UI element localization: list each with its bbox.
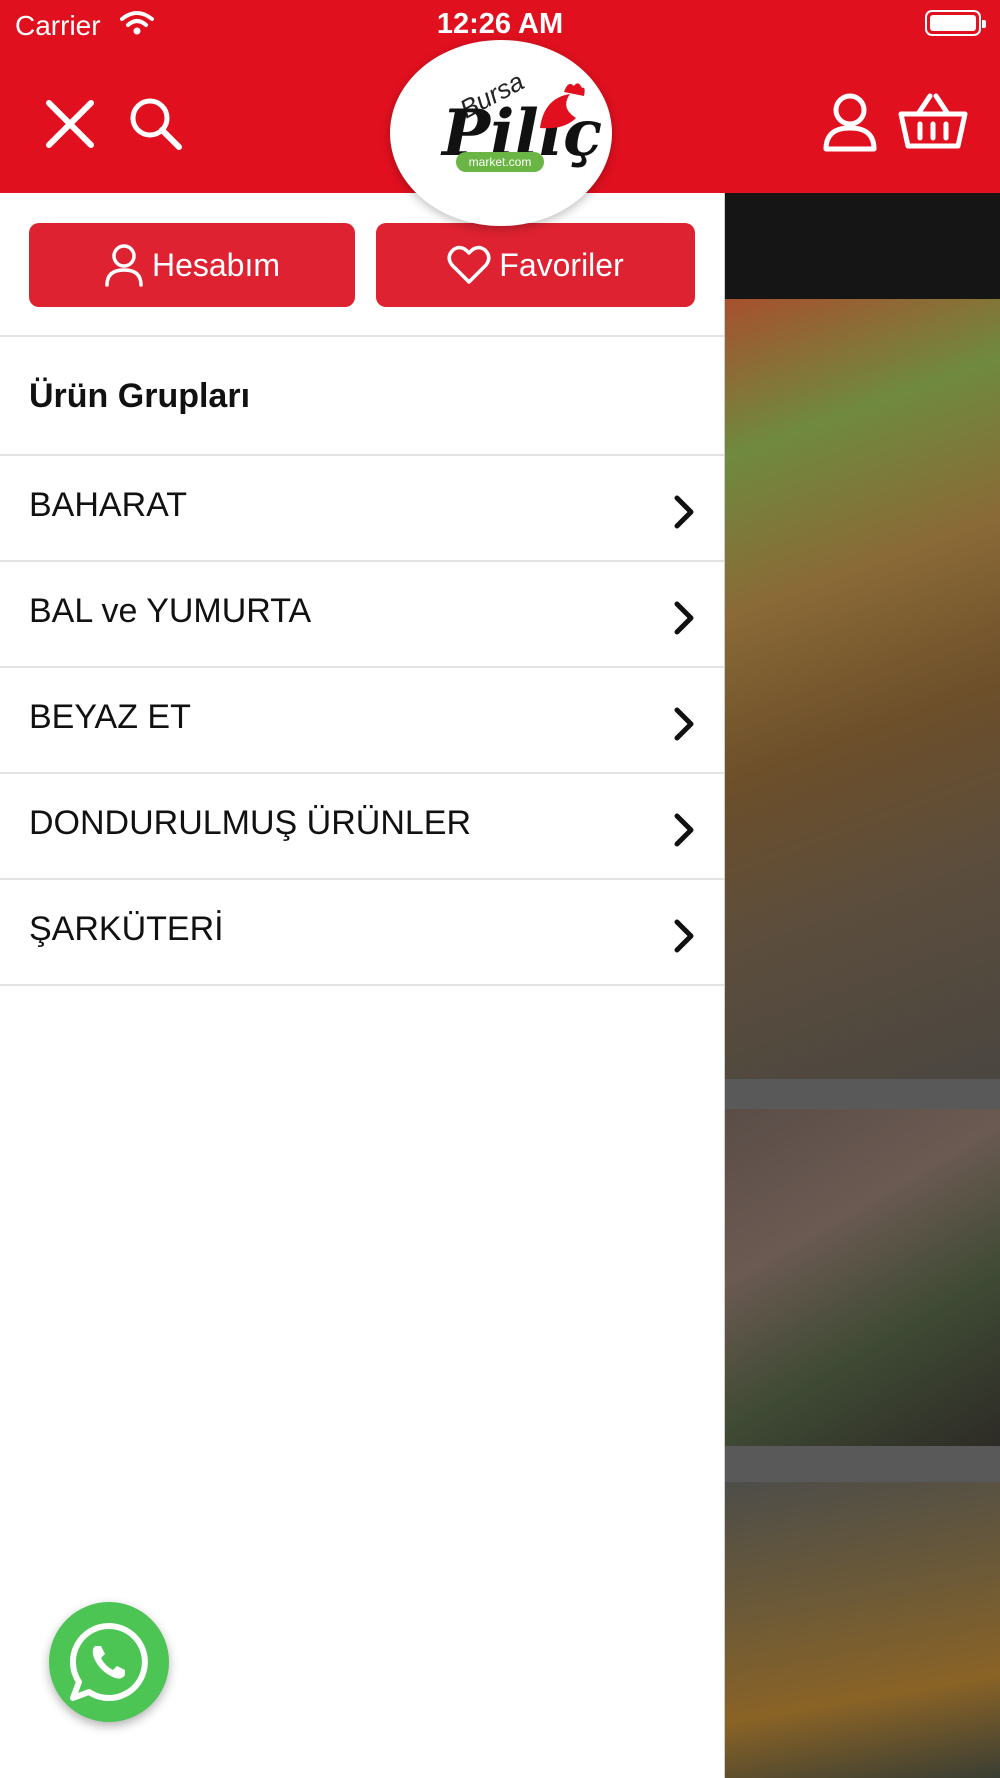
background-image-chicken-dish [724,299,1000,1079]
chevron-right-icon [674,813,694,847]
favorites-button[interactable]: Favoriler [376,223,695,307]
chevron-right-icon [674,919,694,953]
chevron-right-icon [674,707,694,741]
heart-icon [447,245,491,284]
user-icon[interactable] [822,92,878,152]
background-banner [724,193,1000,299]
brand-logo[interactable]: Bursa Piliç market.com [390,40,612,226]
search-icon[interactable] [128,96,184,152]
divider [0,335,724,337]
background-divider [724,1446,1000,1482]
category-label: BAHARAT [29,486,188,524]
side-menu-drawer: Hesabım Favoriler Ürün Grupları BAHARAT … [0,193,725,1778]
category-item-bal-ve-yumurta[interactable]: BAL ve YUMURTA [0,560,724,666]
category-item-baharat[interactable]: BAHARAT [0,454,724,560]
rooster-icon [540,83,585,129]
category-list: BAHARAT BAL ve YUMURTA BEYAZ ET DONDURUL… [0,454,724,986]
basket-icon[interactable] [898,92,968,150]
account-button[interactable]: Hesabım [29,223,355,307]
user-icon [105,244,143,287]
favorites-button-label: Favoriler [499,246,624,283]
battery-icon [925,10,986,36]
category-label: BEYAZ ET [29,698,191,736]
background-image-eggs-honey [724,1482,1000,1778]
category-item-dondurulmus-urunler[interactable]: DONDURULMUŞ ÜRÜNLER [0,772,724,878]
whatsapp-icon [69,1622,148,1701]
status-time: 12:26 AM [436,8,564,40]
whatsapp-button[interactable] [49,1602,169,1722]
close-icon[interactable] [44,98,96,150]
background-image-raw-chicken [724,1109,1000,1446]
section-title: Ürün Grupları [29,377,251,415]
category-item-beyaz-et[interactable]: BEYAZ ET [0,666,724,772]
category-label: DONDURULMUŞ ÜRÜNLER [29,804,472,842]
chevron-right-icon [674,601,694,635]
chevron-right-icon [674,495,694,529]
category-label: ŞARKÜTERİ [29,910,224,948]
background-divider [724,1079,1000,1109]
logo-badge: market.com [456,152,544,172]
category-item-sarkuteri[interactable]: ŞARKÜTERİ [0,878,724,986]
account-button-label: Hesabım [151,246,281,283]
category-label: BAL ve YUMURTA [29,592,312,630]
